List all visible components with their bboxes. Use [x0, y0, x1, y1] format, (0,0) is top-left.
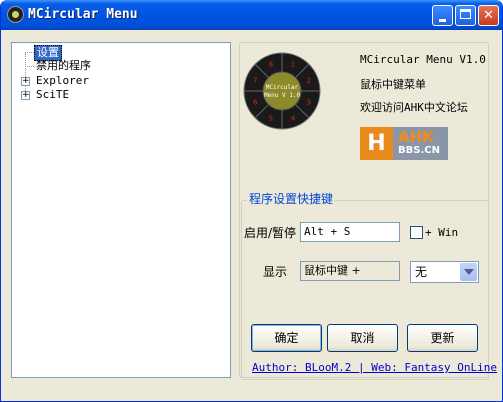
tree-item-scite[interactable]: SciTE	[36, 88, 69, 102]
toggle-label: 启用/暂停	[244, 226, 297, 240]
menu-description: 鼠标中键菜单	[360, 78, 426, 91]
chevron-down-icon[interactable]	[460, 263, 477, 281]
ring-number: 5	[269, 114, 273, 122]
title-bar[interactable]: MCircular Menu ✕	[1, 0, 502, 30]
logo-bbs: BBS.CN	[398, 145, 440, 156]
ahk-logo[interactable]: H AHK BBS.CN	[360, 127, 448, 160]
window-title: MCircular Menu	[28, 7, 138, 22]
maximize-button[interactable]	[455, 5, 476, 26]
expand-icon[interactable]: +	[21, 77, 30, 86]
settings-tree[interactable]: 设置 禁用的程序 + Explorer + SciTE	[11, 42, 231, 378]
expand-icon[interactable]: +	[21, 91, 30, 100]
tree-item-label: Explorer	[36, 74, 89, 87]
ring-number: 8	[269, 61, 273, 69]
circular-menu-logo: 1 2 3 4 5 6 7 8 MCircular Menu V 1.0	[243, 52, 321, 130]
modifier-select[interactable]: 无	[410, 261, 479, 283]
tree-item-label: 禁用的程序	[36, 59, 91, 72]
ring-number: 2	[307, 76, 311, 84]
hotkey-group-title: 程序设置快捷键	[247, 190, 336, 207]
minimize-button[interactable]	[432, 5, 453, 26]
maximize-icon	[460, 9, 471, 19]
tree-line	[25, 52, 34, 53]
logo-ahk: AHK	[398, 128, 434, 146]
modifier-select-value: 无	[415, 265, 428, 279]
ring-number: 1	[291, 61, 295, 69]
show-label: 显示	[263, 265, 288, 279]
main-window: MCircular Menu ✕ 设置 禁用的程序 + Explorer + S…	[0, 0, 503, 402]
win-label: + Win	[425, 226, 459, 239]
close-icon: ✕	[483, 8, 494, 23]
app-name: MCircular Menu V1.0	[360, 53, 486, 66]
tree-item-label: 设置	[37, 46, 59, 59]
tree-line	[25, 53, 26, 93]
update-button[interactable]: 更新	[407, 324, 478, 352]
minimize-icon	[439, 19, 446, 22]
ok-button[interactable]: 确定	[251, 324, 322, 352]
logo-h: H	[360, 127, 393, 160]
plus-glyph: +	[22, 90, 30, 100]
win-checkbox[interactable]	[410, 226, 423, 239]
toggle-hotkey-input[interactable]: Alt + S	[300, 222, 400, 242]
ring-number: 3	[307, 99, 311, 107]
close-button[interactable]: ✕	[478, 5, 499, 26]
tree-item-disabled-programs[interactable]: 禁用的程序	[36, 59, 91, 73]
cancel-button[interactable]: 取消	[327, 324, 398, 352]
forum-text: 欢迎访问AHK中文论坛	[360, 101, 468, 114]
author-link[interactable]: Author: BLooM.2 | Web: Fantasy OnLine	[252, 361, 497, 374]
show-hotkey-field: 鼠标中键 +	[300, 261, 400, 281]
tree-line	[25, 66, 34, 67]
app-icon[interactable]	[7, 6, 24, 23]
ring-center-line2: Menu V 1.0	[264, 92, 301, 99]
ring-number: 7	[253, 76, 257, 84]
plus-glyph: +	[22, 76, 30, 86]
ring-center-line1: MCircular	[266, 84, 299, 91]
tree-item-label: SciTE	[36, 88, 70, 101]
tree-item-explorer[interactable]: Explorer	[36, 74, 89, 88]
ring-number: 6	[253, 99, 258, 107]
ring-number: 4	[291, 114, 296, 122]
